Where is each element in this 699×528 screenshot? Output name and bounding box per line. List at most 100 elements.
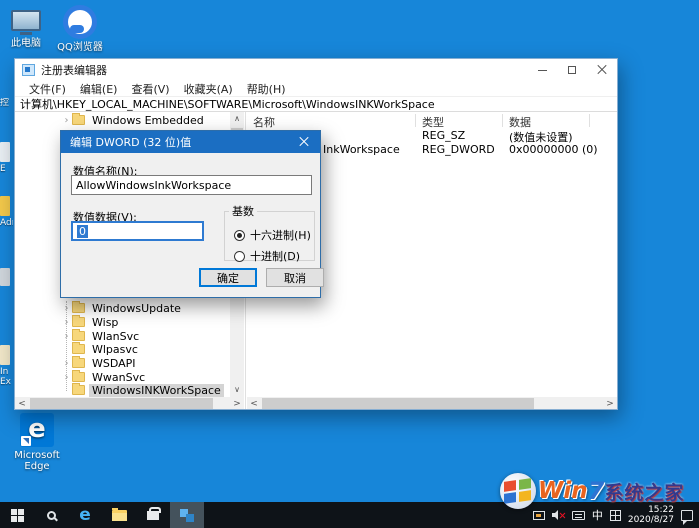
menu-file[interactable]: 文件(F) — [22, 81, 73, 97]
title-bar[interactable]: 注册表编辑器 — [15, 59, 617, 81]
tree-item-wsdapi[interactable]: › WSDAPI — [61, 356, 139, 370]
value-type: REG_SZ — [422, 129, 465, 142]
ime-mode-icon[interactable] — [610, 510, 621, 521]
scroll-up-icon[interactable]: ∧ — [230, 112, 244, 126]
taskbar-explorer-button[interactable] — [102, 502, 136, 528]
store-bag-icon — [147, 511, 159, 520]
tree-item-label: Wisp — [89, 316, 121, 329]
tree-item-wlansvc[interactable]: › WlanSvc — [61, 329, 142, 343]
folder-icon — [72, 331, 85, 341]
folder-icon — [72, 317, 85, 327]
tree-item-wisp[interactable]: › Wisp — [61, 315, 121, 329]
desktop-icon-this-pc[interactable]: 此电脑 — [2, 10, 50, 49]
partial-icon-label: E — [0, 164, 13, 174]
column-separator[interactable] — [415, 114, 416, 127]
edge-icon: e — [79, 507, 91, 524]
chevron-right-icon[interactable]: › — [61, 317, 72, 328]
shortcut-arrow-icon — [21, 436, 31, 446]
column-header-type[interactable]: 类型 — [422, 114, 444, 130]
qq-browser-label: QQ浏览器 — [54, 42, 106, 53]
desktop-icon-edge[interactable]: e Microsoft Edge — [6, 413, 68, 472]
partial-desktop-icon[interactable]: In Ex — [0, 345, 13, 387]
tree-item-label: WindowsINKWorkSpace — [89, 384, 224, 397]
menu-view[interactable]: 查看(V) — [124, 81, 176, 97]
regedit-icon — [22, 64, 35, 76]
radio-hex-label: 十六进制(H) — [250, 227, 311, 243]
folder-icon — [72, 358, 85, 368]
start-button[interactable] — [0, 502, 34, 528]
tray-volume-muted-icon[interactable] — [552, 510, 565, 520]
scroll-right-icon[interactable]: > — [230, 397, 244, 409]
taskbar-regedit-button[interactable] — [170, 502, 204, 528]
menu-favorites[interactable]: 收藏夹(A) — [177, 81, 240, 97]
radio-hexadecimal[interactable]: 十六进制(H) — [234, 227, 311, 243]
partial-desktop-icon[interactable]: Adm — [0, 196, 13, 228]
menu-edit[interactable]: 编辑(E) — [73, 81, 125, 97]
column-header-data[interactable]: 数据 — [509, 114, 531, 130]
column-header-name[interactable]: 名称 — [253, 114, 275, 130]
address-bar[interactable]: 计算机\HKEY_LOCAL_MACHINE\SOFTWARE\Microsof… — [15, 96, 617, 112]
scrollbar-thumb[interactable] — [30, 398, 213, 409]
close-button[interactable] — [587, 59, 617, 81]
partial-icon-label: Adm — [0, 218, 13, 228]
column-headers: 名称 类型 数据 — [247, 112, 617, 129]
scroll-right-icon[interactable]: > — [603, 397, 617, 409]
tray-display-icon[interactable] — [533, 511, 545, 520]
taskbar-edge-button[interactable]: e — [68, 502, 102, 528]
chevron-right-icon[interactable]: › — [61, 303, 72, 314]
tray-keyboard-icon[interactable] — [572, 511, 585, 520]
tree-item-wwansvc[interactable]: › WwanSvc — [61, 370, 148, 384]
maximize-button[interactable] — [557, 59, 587, 81]
list-horizontal-scrollbar[interactable]: < > — [247, 397, 617, 409]
dialog-close-button[interactable] — [288, 131, 320, 153]
chevron-right-icon[interactable]: › — [61, 358, 72, 369]
chevron-right-icon[interactable]: › — [61, 372, 72, 383]
address-text: 计算机\HKEY_LOCAL_MACHINE\SOFTWARE\Microsof… — [20, 96, 435, 112]
tree-horizontal-scrollbar[interactable]: < > — [15, 397, 244, 409]
value-data-text: 0 — [77, 225, 88, 238]
tree-item-windows-embedded[interactable]: › Windows Embedded — [61, 113, 207, 127]
action-center-icon[interactable] — [681, 510, 693, 521]
column-separator[interactable] — [589, 114, 590, 127]
dialog-title-bar[interactable]: 编辑 DWORD (32 位)值 — [61, 131, 320, 153]
chevron-right-icon[interactable]: › — [61, 115, 72, 126]
folder-icon — [72, 115, 85, 125]
minimize-icon — [538, 70, 547, 71]
menu-bar: 文件(F) 编辑(E) 查看(V) 收藏夹(A) 帮助(H) — [15, 81, 617, 96]
radio-unselected-icon — [234, 251, 245, 262]
tree-item-label: Wlpasvc — [89, 343, 141, 356]
partial-desktop-icon[interactable] — [0, 268, 13, 288]
window-title: 注册表编辑器 — [41, 62, 107, 78]
taskbar-search-button[interactable] — [34, 502, 68, 528]
scroll-left-icon[interactable]: < — [247, 397, 261, 409]
partial-desktop-icon[interactable]: 控 — [0, 98, 13, 108]
minimize-button[interactable] — [527, 59, 557, 81]
radio-dec-label: 十进制(D) — [250, 248, 300, 264]
partial-desktop-icon[interactable]: E — [0, 142, 13, 174]
tree-item-windowsupdate[interactable]: › WindowsUpdate — [61, 301, 184, 315]
tree-item-label: WwanSvc — [89, 371, 148, 384]
value-name-field[interactable]: AllowWindowsInkWorkspace — [71, 175, 312, 195]
radio-decimal[interactable]: 十进制(D) — [234, 248, 300, 264]
windows-logo-icon — [11, 509, 24, 522]
desktop: 此电脑 QQ浏览器 控 E Adm In Ex e Microsoft Edge… — [0, 0, 699, 528]
tree-item-wlpasvc[interactable]: Wlpasvc — [61, 342, 141, 356]
scrollbar-thumb[interactable] — [262, 398, 534, 409]
value-data-input[interactable]: 0 — [71, 221, 204, 241]
partial-icon — [0, 142, 10, 162]
folder-icon — [72, 344, 85, 354]
tree-item-windowsinkworkspace[interactable]: WindowsINKWorkSpace — [61, 383, 224, 397]
edge-label: Microsoft Edge — [6, 450, 68, 472]
column-separator[interactable] — [502, 114, 503, 127]
ok-button[interactable]: 确定 — [199, 268, 257, 287]
chevron-right-icon[interactable]: › — [61, 331, 72, 342]
regedit-icon — [180, 509, 195, 522]
scroll-down-icon[interactable]: ∨ — [230, 383, 244, 397]
speaker-icon — [552, 513, 555, 517]
search-icon — [47, 511, 56, 520]
desktop-icon-qq-browser[interactable]: QQ浏览器 — [54, 5, 106, 53]
menu-help[interactable]: 帮助(H) — [240, 81, 293, 97]
scroll-left-icon[interactable]: < — [15, 397, 29, 409]
taskbar-store-button[interactable] — [136, 502, 170, 528]
cancel-button[interactable]: 取消 — [266, 268, 324, 287]
